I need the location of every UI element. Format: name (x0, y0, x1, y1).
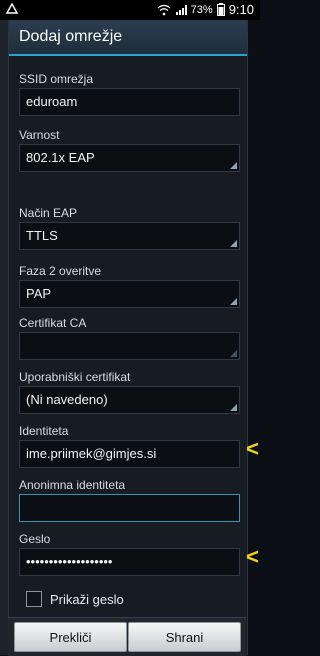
status-bar: 73% 9:10 (0, 0, 260, 20)
ca-cert-label: Certifikat CA (19, 316, 87, 330)
background-screen (0, 20, 8, 655)
dropdown-arrow-icon (230, 162, 237, 169)
anon-identity-label: Anonimna identiteta (19, 478, 126, 492)
security-dropdown[interactable]: 802.1x EAP (19, 144, 240, 172)
security-value: 802.1x EAP (26, 150, 95, 165)
show-password-checkbox[interactable] (26, 591, 42, 607)
battery-icon (216, 3, 225, 16)
wifi-icon (157, 4, 171, 15)
battery-percent: 73% (190, 3, 213, 16)
user-cert-dropdown[interactable]: (Ni navedeno) (19, 386, 240, 414)
anon-identity-field[interactable] (19, 494, 240, 522)
phase2-label: Faza 2 overitve (19, 264, 102, 278)
dialog-title: Dodaj omrežje (9, 20, 247, 56)
add-network-dialog: Dodaj omrežje SSID omrežja eduroam Varno… (8, 20, 248, 655)
show-password-label: Prikaži geslo (50, 591, 124, 607)
dropdown-arrow-icon (230, 298, 237, 305)
signal-icon (175, 4, 187, 15)
identity-marker-icon: < (246, 436, 259, 461)
show-password-row[interactable]: Prikaži geslo (26, 591, 124, 607)
password-label: Geslo (19, 532, 51, 546)
cancel-button[interactable]: Prekliči (14, 622, 127, 652)
security-label: Varnost (19, 128, 60, 142)
dialog-buttons: Prekliči Shrani (8, 617, 246, 656)
user-cert-label: Uporabniški certifikat (19, 370, 131, 384)
dropdown-arrow-icon (230, 404, 237, 411)
password-marker-icon: < (246, 544, 259, 569)
user-cert-value: (Ni navedeno) (26, 392, 108, 407)
clock: 9:10 (228, 2, 254, 17)
dropdown-arrow-icon (230, 240, 237, 247)
phase2-value: PAP (26, 286, 52, 301)
save-button[interactable]: Shrani (128, 622, 241, 652)
ssid-field[interactable]: eduroam (19, 88, 240, 116)
identity-field[interactable]: ime.priimek@gimjes.si (19, 440, 240, 468)
identity-label: Identiteta (19, 424, 69, 438)
eap-method-label: Način EAP (19, 206, 78, 220)
phase2-dropdown[interactable]: PAP (19, 280, 240, 308)
ssid-label: SSID omrežja (19, 72, 94, 86)
notification-icon (6, 3, 18, 14)
password-field[interactable]: ••••••••••••••••••• (19, 548, 240, 576)
eap-method-dropdown[interactable]: TTLS (19, 222, 240, 250)
dropdown-arrow-icon (230, 350, 237, 357)
ca-cert-dropdown[interactable] (19, 332, 240, 360)
eap-method-value: TTLS (26, 228, 58, 243)
